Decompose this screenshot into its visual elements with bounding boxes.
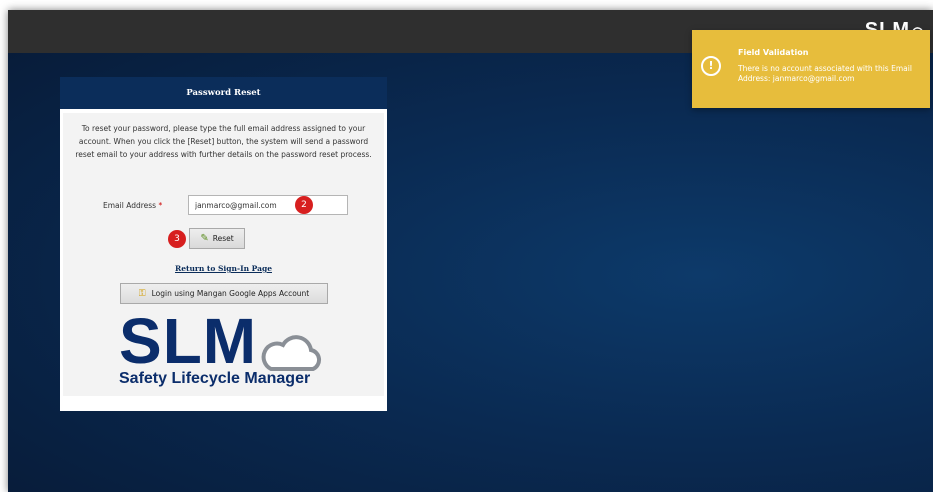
toast-title: Field Validation	[738, 48, 809, 57]
reset-button[interactable]: ✎ Reset	[189, 228, 245, 249]
logo-letters: SLM	[119, 305, 258, 377]
email-label: Email Address *	[103, 201, 162, 210]
logo-tagline: Safety Lifecycle Manager	[119, 370, 311, 387]
logo-cloud-icon	[261, 335, 322, 371]
validation-toast[interactable]: ! Field Validation There is no account a…	[692, 30, 930, 108]
panel-title: Password Reset	[60, 77, 387, 109]
email-label-text: Email Address	[103, 201, 157, 210]
toast-message: There is no account associated with this…	[738, 64, 912, 83]
instructions-text: To reset your password, please type the …	[75, 124, 372, 159]
step-badge-2: 2	[295, 196, 313, 214]
slm-logo: SLM Safety Lifecycle Manager	[119, 309, 329, 393]
reset-button-label: Reset	[212, 234, 234, 243]
email-field[interactable]	[188, 195, 348, 215]
panel-body: To reset your password, please type the …	[63, 113, 384, 396]
password-reset-panel: Password Reset To reset your password, p…	[60, 77, 387, 411]
step-badge-3: 3	[168, 230, 186, 248]
return-to-signin-link[interactable]: Return to Sign-In Page	[63, 264, 384, 273]
google-login-button[interactable]: ⚿ Login using Mangan Google Apps Account	[120, 283, 328, 304]
key-icon: ⚿	[138, 288, 146, 299]
reset-icon: ✎	[200, 233, 209, 244]
required-marker: *	[158, 201, 163, 210]
google-login-label: Login using Mangan Google Apps Account	[151, 289, 310, 298]
warning-circle-icon: !	[701, 56, 721, 76]
